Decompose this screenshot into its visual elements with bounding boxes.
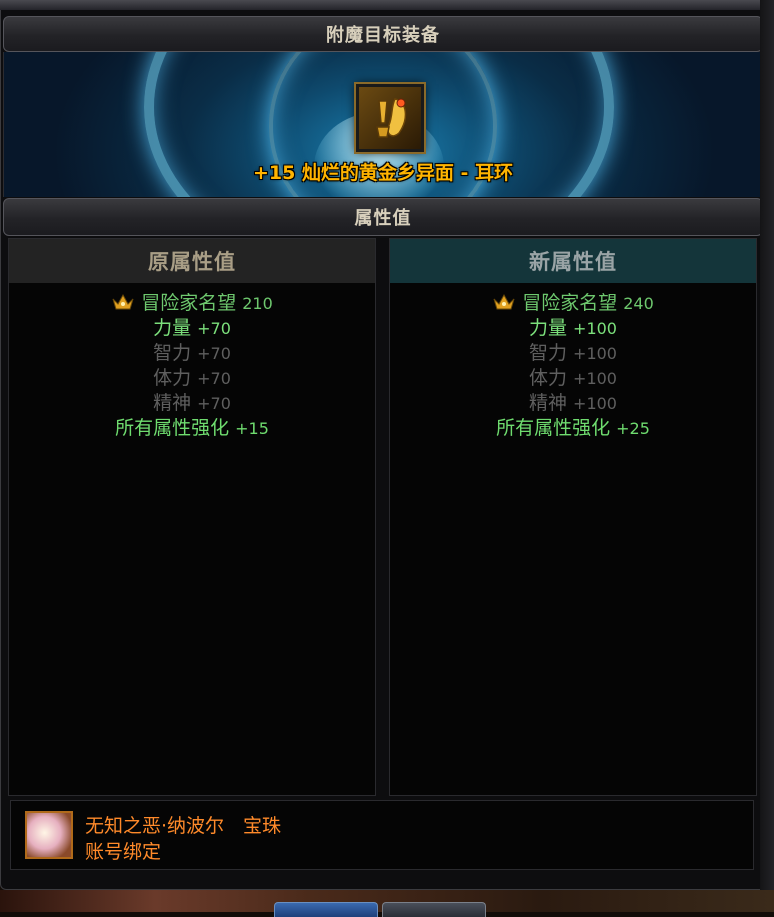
enchant-window: 附魔目标装备 +15 灿烂的黄金乡异面 - 耳环 属性值 原属性值 冒险家名望 2…: [0, 0, 774, 890]
confirm-button[interactable]: [274, 902, 378, 917]
stat-value: +100: [573, 319, 617, 338]
stat-row-intelligence: 智力 +100: [390, 341, 756, 366]
fame-label: 冒险家名望: [141, 292, 237, 314]
stat-value: +100: [573, 369, 617, 388]
stat-label: 智力: [153, 342, 192, 364]
stat-row-strength: 力量 +100: [390, 316, 756, 341]
stat-row-spirit: 精神 +100: [390, 391, 756, 416]
fame-label: 冒险家名望: [522, 292, 618, 314]
stat-label: 体力: [529, 367, 568, 389]
enchant-material-binding: 账号绑定: [85, 841, 162, 863]
stat-label: 体力: [153, 367, 192, 389]
stat-label: 力量: [529, 317, 568, 339]
enchant-material-box: 无知之恶·纳波尔 宝珠 账号绑定: [10, 800, 754, 870]
stat-label: 所有属性强化: [115, 417, 230, 439]
stat-label: 力量: [153, 317, 192, 339]
stat-label: 精神: [529, 392, 568, 414]
fame-value: 210: [242, 294, 273, 313]
new-stats-header: 新属性值: [390, 239, 756, 283]
stat-row-all-element: 所有属性强化 +15: [9, 416, 375, 441]
adventurer-fame-row: 冒险家名望 240: [390, 291, 756, 316]
orb-icon[interactable]: [25, 811, 73, 859]
stat-row-strength: 力量 +70: [9, 316, 375, 341]
adventurer-fame-row: 冒险家名望 210: [9, 291, 375, 316]
stat-value: +70: [197, 394, 231, 413]
stat-row-intelligence: 智力 +70: [9, 341, 375, 366]
cancel-button[interactable]: [382, 902, 486, 917]
stat-label: 智力: [529, 342, 568, 364]
stat-value: +100: [573, 344, 617, 363]
fame-value: 240: [623, 294, 654, 313]
target-equipment-title: 附魔目标装备: [3, 16, 763, 52]
stat-row-vitality: 体力 +100: [390, 366, 756, 391]
stat-label: 精神: [153, 392, 192, 414]
fame-crown-icon: [112, 293, 134, 310]
stat-value: +70: [197, 344, 231, 363]
stat-value: +70: [197, 369, 231, 388]
fame-crown-icon: [493, 293, 515, 310]
stat-row-all-element: 所有属性强化 +25: [390, 416, 756, 441]
window-right-frame: [760, 0, 774, 890]
target-item-banner: +15 灿烂的黄金乡异面 - 耳环: [3, 52, 763, 197]
stat-value: +100: [573, 394, 617, 413]
enchant-material-name: 无知之恶·纳波尔 宝珠: [85, 815, 282, 837]
stat-row-vitality: 体力 +70: [9, 366, 375, 391]
stat-value: +25: [616, 419, 650, 438]
original-stats-header: 原属性值: [9, 239, 375, 283]
new-stats-panel: 新属性值 冒险家名望 240 力量 +100 智力 +100 体力 +100 精神 +10…: [389, 238, 757, 796]
stat-label: 所有属性强化: [496, 417, 611, 439]
stat-value: +15: [235, 419, 269, 438]
target-item-name: +15 灿烂的黄金乡异面 - 耳环: [252, 162, 514, 184]
earring-icon[interactable]: [356, 84, 424, 152]
attribute-values-header: 属性值: [3, 198, 763, 236]
stat-row-spirit: 精神 +70: [9, 391, 375, 416]
stat-value: +70: [197, 319, 231, 338]
window-top-frame: [0, 0, 774, 10]
original-stats-panel: 原属性值 冒险家名望 210 力量 +70 智力 +70 体力 +70 精神 +70 所有…: [8, 238, 376, 796]
